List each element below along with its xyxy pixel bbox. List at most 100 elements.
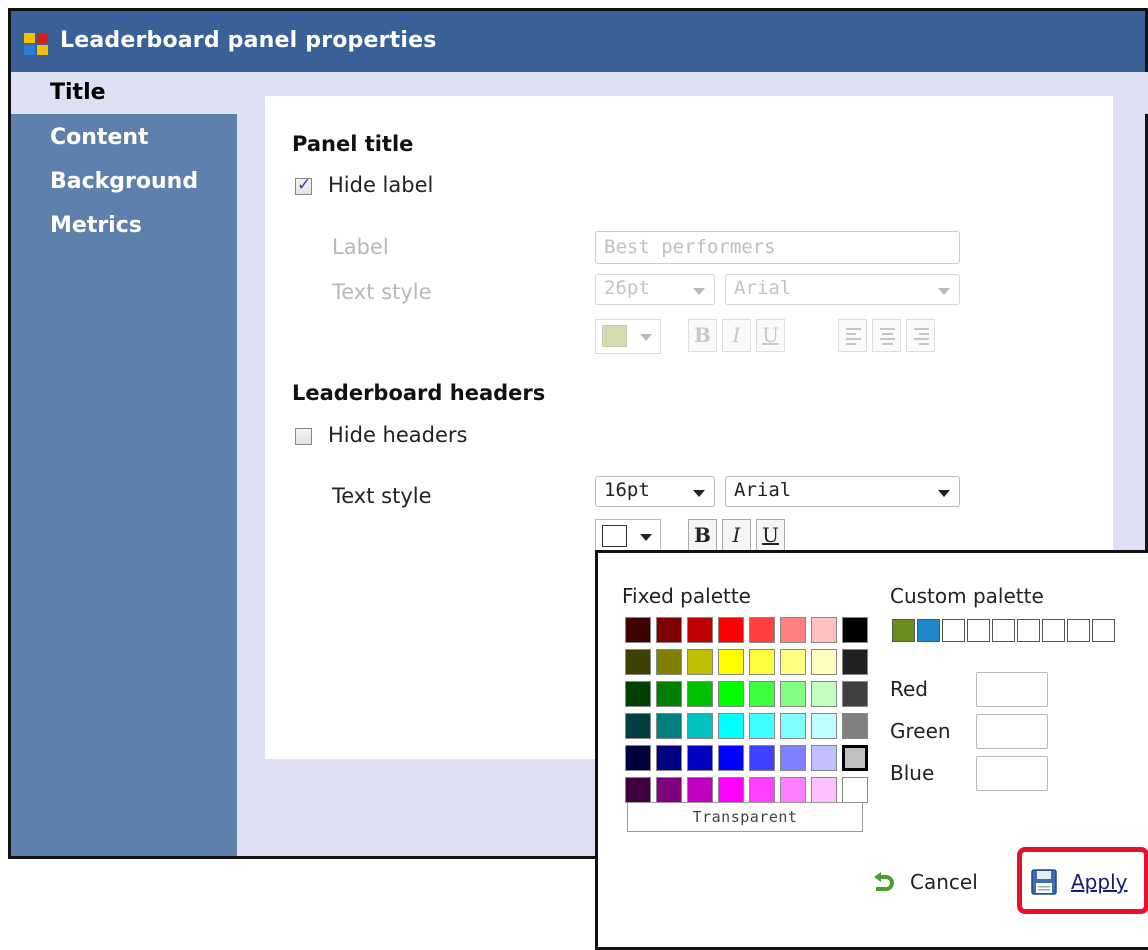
palette-swatch[interactable] [718, 617, 744, 643]
hide-headers-checkbox[interactable] [295, 428, 312, 445]
palette-swatch[interactable] [718, 681, 744, 707]
palette-swatch[interactable] [749, 681, 775, 707]
apply-button[interactable]: Apply [1071, 870, 1127, 894]
palette-swatch[interactable] [780, 681, 806, 707]
italic-button[interactable]: I [722, 319, 751, 352]
palette-swatch[interactable] [780, 617, 806, 643]
palette-swatch[interactable] [625, 617, 651, 643]
palette-swatch[interactable] [811, 649, 837, 675]
hide-headers-text: Hide headers [328, 423, 468, 447]
palette-swatch[interactable] [718, 745, 744, 771]
palette-swatch[interactable] [625, 777, 651, 803]
palette-swatch[interactable] [780, 745, 806, 771]
sidebar-item-title[interactable]: Title [50, 80, 106, 105]
fixed-palette-grid [625, 617, 868, 803]
title-font-size-select[interactable]: 26pt [595, 274, 715, 305]
custom-palette-label: Custom palette [890, 584, 1044, 608]
palette-swatch[interactable] [811, 617, 837, 643]
hide-label-checkbox[interactable] [295, 175, 312, 195]
custom-palette-swatch[interactable] [1092, 619, 1115, 642]
headers-font-size-select[interactable]: 16pt [595, 476, 715, 507]
red-label: Red [890, 677, 928, 701]
palette-swatch[interactable] [842, 745, 868, 771]
palette-swatch[interactable] [842, 617, 868, 643]
palette-swatch[interactable] [656, 617, 682, 643]
custom-palette-swatch[interactable] [992, 619, 1015, 642]
headers-text-style-label: Text style [332, 484, 432, 508]
palette-swatch[interactable] [749, 745, 775, 771]
palette-swatch[interactable] [718, 777, 744, 803]
green-input[interactable] [976, 714, 1048, 749]
palette-swatch[interactable] [656, 681, 682, 707]
custom-palette-swatch[interactable] [892, 619, 915, 642]
palette-swatch[interactable] [656, 713, 682, 739]
underline-button[interactable]: U [756, 519, 785, 552]
palette-swatch[interactable] [780, 649, 806, 675]
sidebar-item-metrics[interactable]: Metrics [50, 213, 142, 238]
headers-color-picker-button[interactable] [595, 519, 661, 554]
palette-swatch[interactable] [656, 649, 682, 675]
cancel-button[interactable]: Cancel [910, 870, 978, 894]
palette-swatch[interactable] [842, 777, 868, 803]
palette-swatch[interactable] [687, 713, 713, 739]
palette-swatch[interactable] [811, 777, 837, 803]
blue-input[interactable] [976, 756, 1048, 791]
palette-swatch[interactable] [625, 681, 651, 707]
custom-palette-swatch[interactable] [1017, 619, 1040, 642]
palette-swatch[interactable] [687, 777, 713, 803]
red-input[interactable] [976, 672, 1048, 707]
palette-swatch[interactable] [842, 681, 868, 707]
underline-button[interactable]: U [756, 319, 785, 352]
undo-icon[interactable] [872, 871, 896, 895]
chevron-down-icon [640, 334, 652, 341]
palette-swatch[interactable] [811, 713, 837, 739]
palette-swatch[interactable] [842, 649, 868, 675]
align-center-button[interactable] [872, 319, 901, 352]
custom-palette-swatch[interactable] [942, 619, 965, 642]
headers-font-family-select[interactable]: Arial [725, 476, 960, 507]
palette-swatch[interactable] [811, 681, 837, 707]
palette-swatch[interactable] [687, 681, 713, 707]
bold-button[interactable]: B [688, 319, 717, 352]
palette-swatch[interactable] [842, 713, 868, 739]
palette-swatch[interactable] [780, 713, 806, 739]
transparent-button[interactable]: Transparent [627, 802, 863, 832]
sidebar-item-content[interactable]: Content [50, 125, 149, 150]
palette-swatch[interactable] [625, 745, 651, 771]
palette-swatch[interactable] [687, 617, 713, 643]
fixed-palette-label: Fixed palette [622, 584, 751, 608]
palette-swatch[interactable] [749, 649, 775, 675]
palette-swatch[interactable] [718, 649, 744, 675]
italic-button[interactable]: I [722, 519, 751, 552]
title-align-buttons [838, 319, 940, 352]
palette-swatch[interactable] [656, 777, 682, 803]
title-color-picker-button[interactable] [595, 319, 661, 354]
label-input[interactable]: Best performers [595, 231, 960, 264]
custom-palette-swatch[interactable] [1067, 619, 1090, 642]
palette-swatch[interactable] [687, 649, 713, 675]
bold-button[interactable]: B [688, 519, 717, 552]
palette-swatch[interactable] [749, 617, 775, 643]
chevron-down-icon [693, 490, 705, 497]
chevron-down-icon [640, 534, 652, 541]
title-font-family-select[interactable]: Arial [725, 274, 960, 305]
palette-swatch[interactable] [749, 777, 775, 803]
headers-format-buttons: B I U [688, 519, 790, 552]
custom-palette-swatch[interactable] [917, 619, 940, 642]
label-field-label: Label [332, 235, 389, 259]
palette-swatch[interactable] [656, 745, 682, 771]
palette-swatch[interactable] [749, 713, 775, 739]
custom-palette-swatch[interactable] [967, 619, 990, 642]
save-icon[interactable] [1031, 869, 1057, 895]
palette-swatch[interactable] [625, 713, 651, 739]
palette-swatch[interactable] [625, 649, 651, 675]
sidebar-item-background[interactable]: Background [50, 169, 198, 194]
align-right-button[interactable] [906, 319, 935, 352]
palette-swatch[interactable] [718, 713, 744, 739]
blue-label: Blue [890, 761, 935, 785]
custom-palette-swatch[interactable] [1042, 619, 1065, 642]
align-left-button[interactable] [838, 319, 867, 352]
palette-swatch[interactable] [811, 745, 837, 771]
palette-swatch[interactable] [687, 745, 713, 771]
palette-swatch[interactable] [780, 777, 806, 803]
